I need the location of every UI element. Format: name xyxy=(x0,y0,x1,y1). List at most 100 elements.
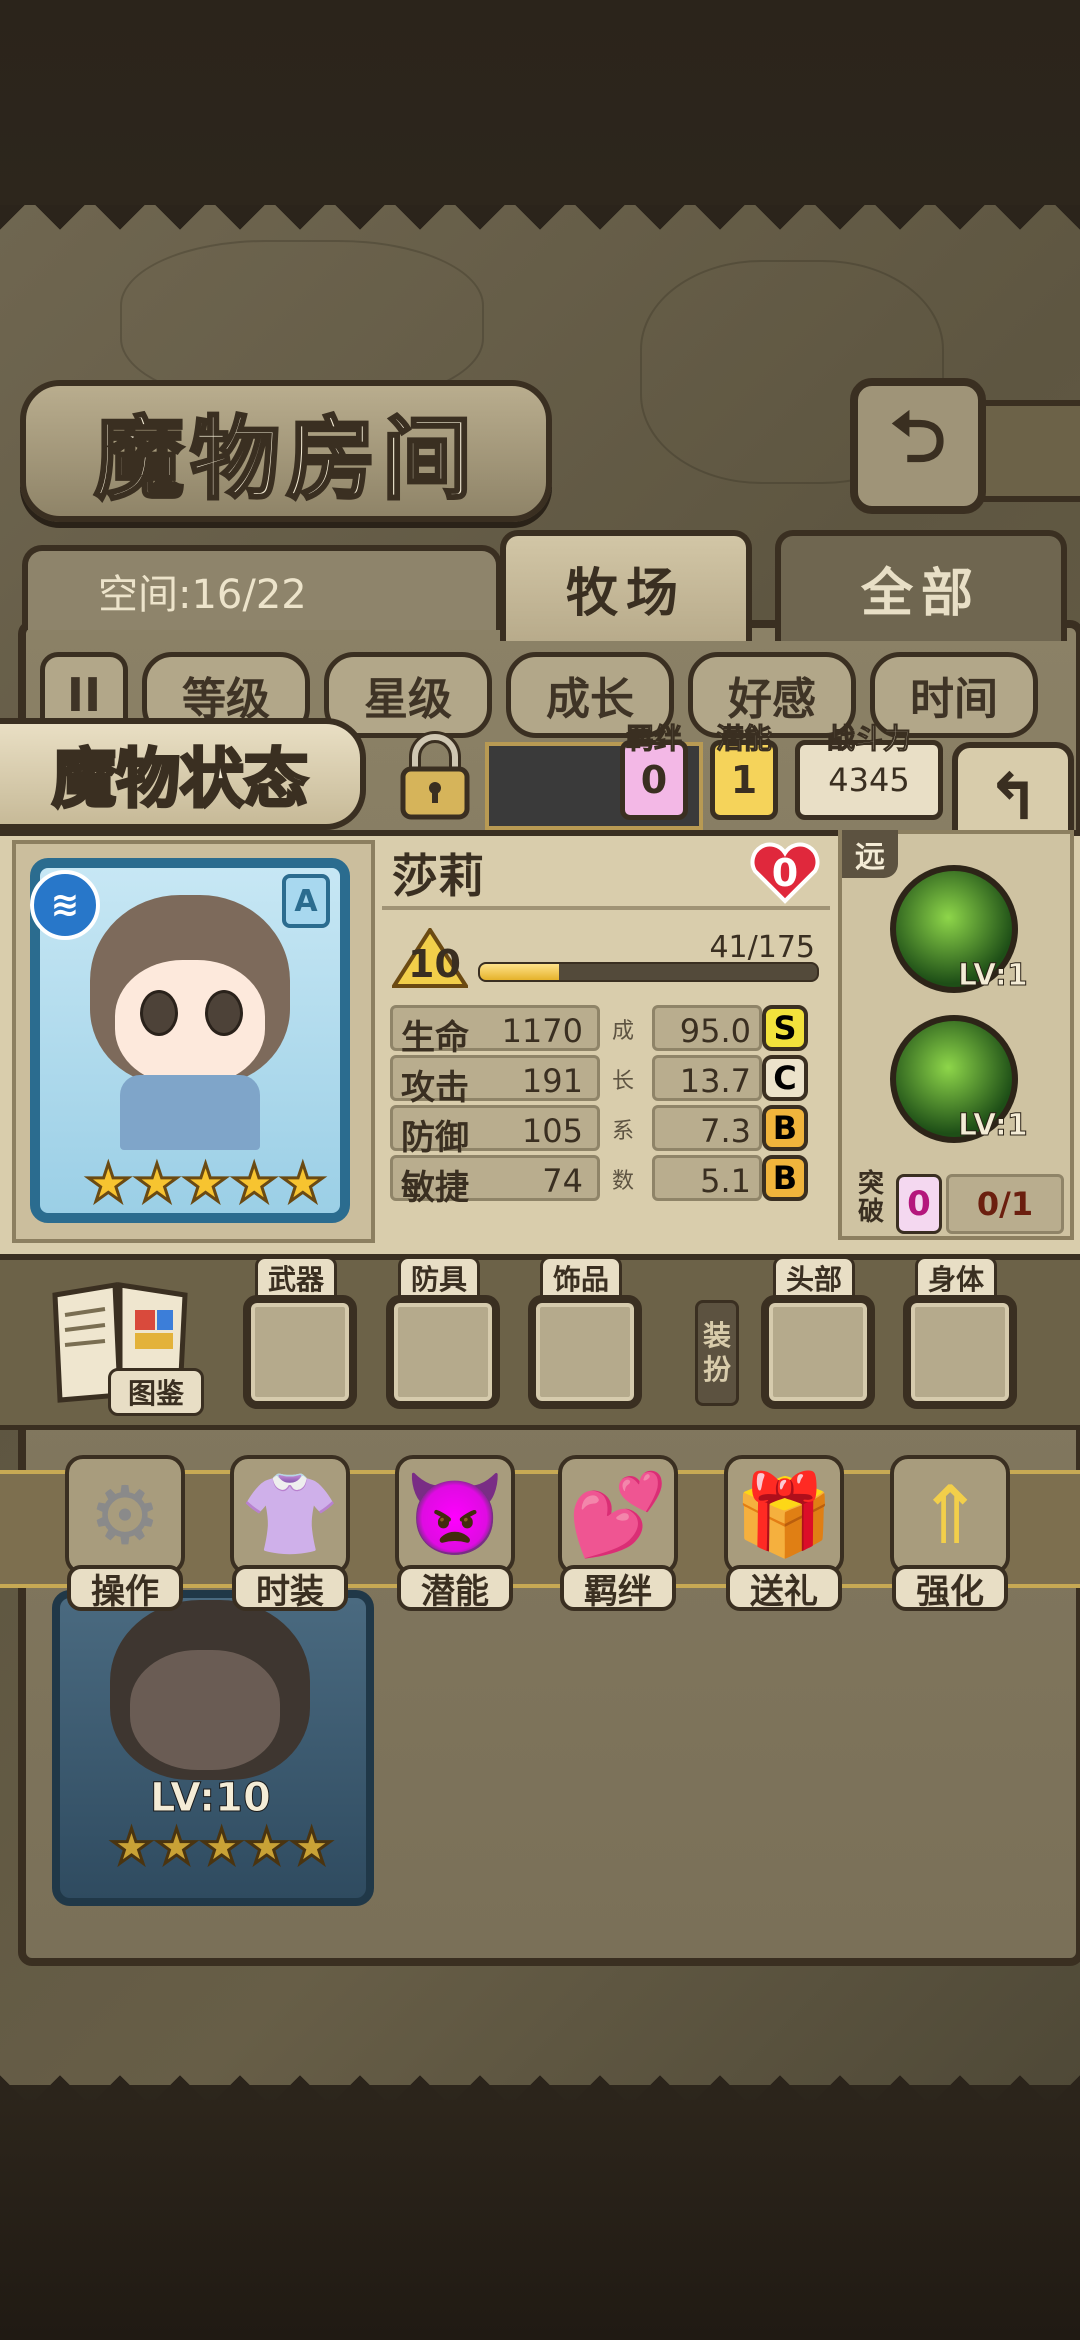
room-title-plate: 魔物房间 xyxy=(20,380,552,522)
action-gear-button[interactable]: ⚙ 操作 xyxy=(55,1445,195,1612)
stat-row: 攻击 191 长 13.7 C xyxy=(390,1055,830,1108)
tab-all[interactable]: 全部 xyxy=(775,530,1067,641)
growth-box: 13.7 xyxy=(652,1055,762,1101)
sort-button-label: 星级 xyxy=(364,674,452,725)
action-upgrade-arrows-button[interactable]: ⇑ 强化 xyxy=(880,1445,1020,1612)
star-icon: ★ xyxy=(108,1819,154,1875)
stat-row: 敏捷 74 数 5.1 B xyxy=(390,1155,830,1208)
return-arrow-icon: ⮌ xyxy=(889,395,947,478)
skill-level: LV:1 xyxy=(958,958,1029,994)
tab-ranch[interactable]: 牧场 xyxy=(500,530,752,641)
affection-value: 0 xyxy=(771,851,799,895)
star-icon: ★ xyxy=(199,1819,245,1875)
return-arrow-icon: ↰ xyxy=(986,761,1040,835)
slot-label-body: 身体 xyxy=(915,1256,998,1300)
star-icon: ★ xyxy=(244,1819,290,1875)
action-gift-button[interactable]: 🎁 送礼 xyxy=(714,1445,854,1612)
gear-icon: ⚙ xyxy=(89,1468,161,1562)
grade-badge: B xyxy=(762,1155,808,1201)
growth-coefficient-char: 成 xyxy=(612,1019,635,1044)
monster-eye xyxy=(140,990,178,1036)
breakthrough-value: 0 xyxy=(896,1174,942,1234)
action-hearts-button[interactable]: 💕 羁绊 xyxy=(548,1445,688,1612)
upgrade-arrows-icon: ⇑ xyxy=(916,1468,984,1562)
action-shadow-button[interactable]: 👿 潜能 xyxy=(385,1445,525,1612)
attack-range-tag: 远 xyxy=(842,830,898,878)
weapon-slot[interactable] xyxy=(243,1295,357,1409)
breakthrough-progress: 0/1 xyxy=(946,1174,1064,1234)
rank-text: A xyxy=(294,883,318,919)
slot-label-head: 头部 xyxy=(773,1256,856,1300)
growth-box: 5.1 xyxy=(652,1155,762,1201)
potential-badge: 潜能 1 xyxy=(710,722,778,820)
growth-box: 95.0 xyxy=(652,1005,762,1051)
page-title: 魔物房间 xyxy=(93,406,478,514)
sort-button-label: 成长 xyxy=(546,674,634,725)
stat-value: 74 xyxy=(542,1162,583,1200)
slot-label-weapon: 武器 xyxy=(255,1256,338,1300)
status-title: 魔物状态 xyxy=(0,718,366,830)
star-icon: ★ xyxy=(132,1154,182,1214)
action-label: 送礼 xyxy=(726,1565,842,1612)
monster-name[interactable]: 莎莉 xyxy=(392,840,484,906)
accessory-slot[interactable] xyxy=(528,1295,642,1409)
action-outfit-button[interactable]: 👚 时装 xyxy=(220,1445,360,1612)
torn-edge-top xyxy=(0,205,1080,245)
stat-value: 105 xyxy=(521,1112,583,1150)
stat-box: 生命 1170 xyxy=(390,1005,600,1058)
lock-icon[interactable] xyxy=(385,725,485,825)
dressup-char: 扮 xyxy=(702,1353,731,1386)
hearts-icon: 💕 xyxy=(568,1468,668,1561)
breakthrough-row: 突破 0 0/1 xyxy=(846,1170,1068,1234)
power-value: 4345 xyxy=(828,761,910,799)
space-counter: 空间:16/22 xyxy=(22,545,502,630)
stat-name: 生命 xyxy=(401,1018,469,1058)
growth-value: 95.0 xyxy=(679,1012,751,1050)
growth-value: 5.1 xyxy=(700,1162,751,1200)
water-element-icon: ≋ xyxy=(30,870,100,940)
pause-icon: II xyxy=(66,668,102,722)
stat-row: 防御 105 系 7.3 B xyxy=(390,1105,830,1158)
power-label: 战斗力 xyxy=(826,722,911,756)
exp-bar xyxy=(478,962,819,982)
encyclopedia-button[interactable]: 图鉴 xyxy=(108,1368,204,1416)
slot-label-armor: 防具 xyxy=(398,1256,481,1300)
growth-box: 7.3 xyxy=(652,1105,762,1151)
monster-card-level: LV:10 xyxy=(150,1775,272,1822)
status-title-text: 魔物状态 xyxy=(51,742,310,819)
monster-face xyxy=(130,1650,280,1770)
stat-name: 防御 xyxy=(401,1118,469,1158)
monster-body xyxy=(120,1075,260,1150)
grade-badge: C xyxy=(762,1055,808,1101)
bond-label: 羁绊 xyxy=(625,722,682,756)
star-icon: ★ xyxy=(278,1154,328,1214)
range-text: 远 xyxy=(855,840,885,875)
tab-label: 全部 xyxy=(860,564,981,624)
head-slot[interactable] xyxy=(761,1295,875,1409)
monster-stars: ★ ★ ★ ★ ★ xyxy=(84,1154,328,1214)
star-icon: ★ xyxy=(289,1819,335,1875)
body-slot[interactable] xyxy=(903,1295,1017,1409)
action-label: 潜能 xyxy=(397,1565,513,1612)
skill-level: LV:1 xyxy=(958,1108,1029,1144)
power-badge: 战斗力 4345 xyxy=(795,722,943,820)
action-label: 时装 xyxy=(232,1565,348,1612)
dressup-char: 装 xyxy=(702,1319,731,1352)
encyclopedia-label: 图鉴 xyxy=(127,1377,184,1410)
armor-slot[interactable] xyxy=(386,1295,500,1409)
action-label: 操作 xyxy=(67,1565,183,1612)
bond-badge: 羁绊 0 xyxy=(620,722,688,820)
monster-level: 10 xyxy=(408,942,461,986)
stat-row: 生命 1170 成 95.0 S xyxy=(390,1005,830,1058)
star-icon: ★ xyxy=(154,1819,200,1875)
space-text: 空间:16/22 xyxy=(98,571,307,618)
exp-text: 41/175 xyxy=(709,930,815,965)
potential-label: 潜能 xyxy=(715,722,772,756)
growth-value: 13.7 xyxy=(679,1062,751,1100)
growth-coefficient-char: 长 xyxy=(612,1069,635,1094)
action-label: 强化 xyxy=(892,1565,1008,1612)
exit-room-button[interactable]: ⮌ xyxy=(850,378,986,514)
affection-badge: 0 xyxy=(745,838,825,908)
stat-name: 攻击 xyxy=(401,1068,469,1108)
star-icon: ★ xyxy=(84,1154,134,1214)
